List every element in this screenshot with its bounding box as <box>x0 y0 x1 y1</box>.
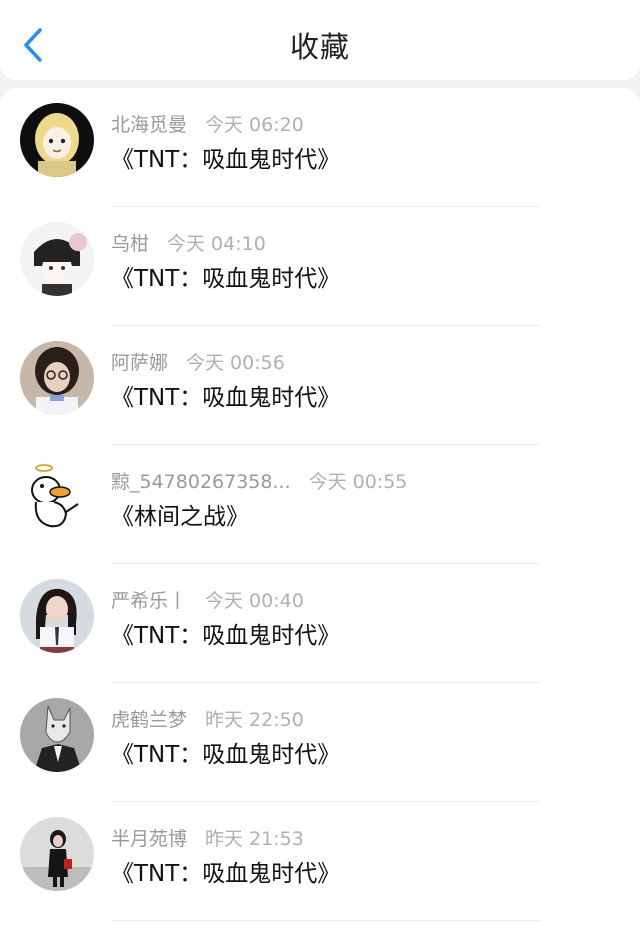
list-item[interactable]: 阿萨娜 今天 00:56 《TNT：吸血鬼时代》 <box>0 326 640 445</box>
photo-girl-dark-avatar-icon <box>20 817 94 891</box>
avatar[interactable] <box>20 460 94 534</box>
timestamp: 今天 00:55 <box>308 471 408 493</box>
list-item[interactable]: 严希乐丨 今天 00:40 《TNT：吸血鬼时代》 <box>0 564 640 683</box>
avatar[interactable] <box>20 222 94 296</box>
wolf-suit-avatar-icon <box>20 698 94 772</box>
avatar[interactable] <box>20 341 94 415</box>
timestamp: 今天 00:56 <box>186 352 285 374</box>
work-title[interactable]: 《TNT：吸血鬼时代》 <box>111 259 340 293</box>
work-title[interactable]: 《TNT：吸血鬼时代》 <box>111 140 340 174</box>
avatar[interactable] <box>20 579 94 653</box>
favorites-list: 北海觅曼 今天 06:20 《TNT：吸血鬼时代》 乌柑 今天 04:10 《TNT… <box>0 88 640 928</box>
work-title[interactable]: 《TNT：吸血鬼时代》 <box>111 854 340 888</box>
work-title[interactable]: 《TNT：吸血鬼时代》 <box>111 616 340 650</box>
illustrated-girl-avatar-icon <box>20 103 94 177</box>
list-item[interactable]: 北海觅曼 今天 06:20 《TNT：吸血鬼时代》 <box>0 88 640 207</box>
page-title: 收藏 <box>289 30 350 64</box>
avatar[interactable] <box>20 698 94 772</box>
list-item[interactable]: 黥_54780267358... 今天 00:55 《林间之战》 <box>0 445 640 564</box>
list-item[interactable]: 乌柑 今天 04:10 《TNT：吸血鬼时代》 <box>0 207 640 326</box>
avatar[interactable] <box>20 817 94 891</box>
username[interactable]: 乌柑 <box>111 233 149 255</box>
work-title[interactable]: 《TNT：吸血鬼时代》 <box>111 735 340 769</box>
work-title[interactable]: 《林间之战》 <box>111 497 249 531</box>
cartoon-duck-avatar-icon <box>20 460 94 534</box>
username[interactable]: 黥_54780267358... <box>111 471 291 493</box>
list-item[interactable]: 虎鹤兰梦 昨天 22:50 《TNT：吸血鬼时代》 <box>0 683 640 802</box>
username[interactable]: 阿萨娜 <box>111 352 168 374</box>
avatar[interactable] <box>20 103 94 177</box>
username[interactable]: 严希乐丨 <box>111 590 187 612</box>
work-title[interactable]: 《TNT：吸血鬼时代》 <box>111 378 340 412</box>
timestamp: 今天 04:10 <box>167 233 266 255</box>
anime-boy-avatar-icon <box>20 222 94 296</box>
username[interactable]: 半月苑博 <box>111 828 187 850</box>
timestamp: 今天 06:20 <box>205 114 304 136</box>
username[interactable]: 北海觅曼 <box>111 114 187 136</box>
timestamp: 今天 00:40 <box>205 590 304 612</box>
divider <box>111 920 540 921</box>
top-nav-bar: 收藏 <box>0 0 640 80</box>
timestamp: 昨天 21:53 <box>205 828 304 850</box>
photo-girl-glasses-avatar-icon <box>20 341 94 415</box>
list-item[interactable]: 半月苑博 昨天 21:53 《TNT：吸血鬼时代》 <box>0 802 640 921</box>
username[interactable]: 虎鹤兰梦 <box>111 709 187 731</box>
timestamp: 昨天 22:50 <box>205 709 304 731</box>
photo-girl-uniform-avatar-icon <box>20 579 94 653</box>
